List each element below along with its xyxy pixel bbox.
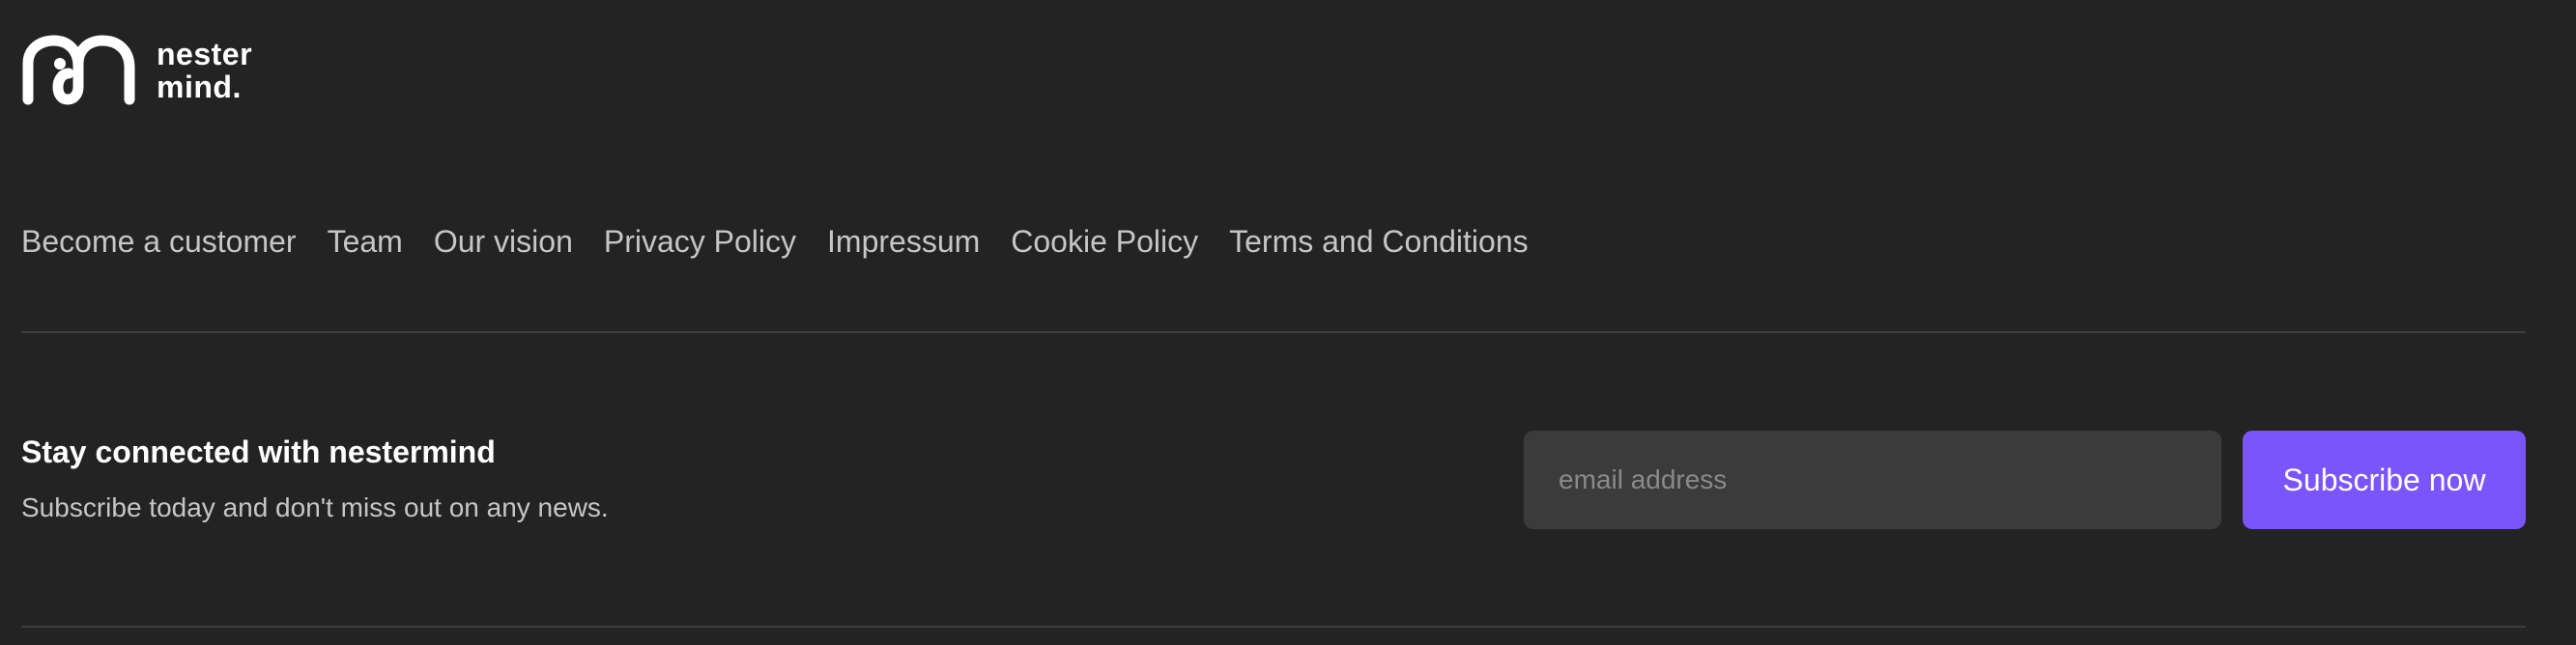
newsletter-subtitle: Subscribe today and don't miss out on an… xyxy=(21,492,609,522)
logo-text-line1: nester xyxy=(157,37,253,71)
site-footer: nester mind. Become a customer Team Our … xyxy=(0,0,2576,645)
logo-text-line2: mind. xyxy=(157,70,242,104)
footer-divider-bottom xyxy=(21,626,2526,628)
newsletter-title: Stay connected with nestermind xyxy=(21,435,496,469)
nav-link-privacy-policy[interactable]: Privacy Policy xyxy=(604,224,796,260)
nav-link-our-vision[interactable]: Our vision xyxy=(434,224,573,260)
email-input[interactable] xyxy=(1524,431,2221,529)
nestermind-logo-icon xyxy=(22,35,135,105)
nav-link-team[interactable]: Team xyxy=(328,224,403,260)
footer-nav: Become a customer Team Our vision Privac… xyxy=(21,224,1529,260)
nav-link-become-a-customer[interactable]: Become a customer xyxy=(21,224,297,260)
footer-divider-top xyxy=(21,331,2526,333)
subscribe-button[interactable]: Subscribe now xyxy=(2243,431,2526,529)
logo[interactable]: nester mind. xyxy=(21,35,252,106)
logo-wordmark: nester mind. xyxy=(157,38,252,103)
nav-link-cookie-policy[interactable]: Cookie Policy xyxy=(1011,224,1198,260)
nav-link-impressum[interactable]: Impressum xyxy=(827,224,980,260)
nav-link-terms-and-conditions[interactable]: Terms and Conditions xyxy=(1229,224,1528,260)
